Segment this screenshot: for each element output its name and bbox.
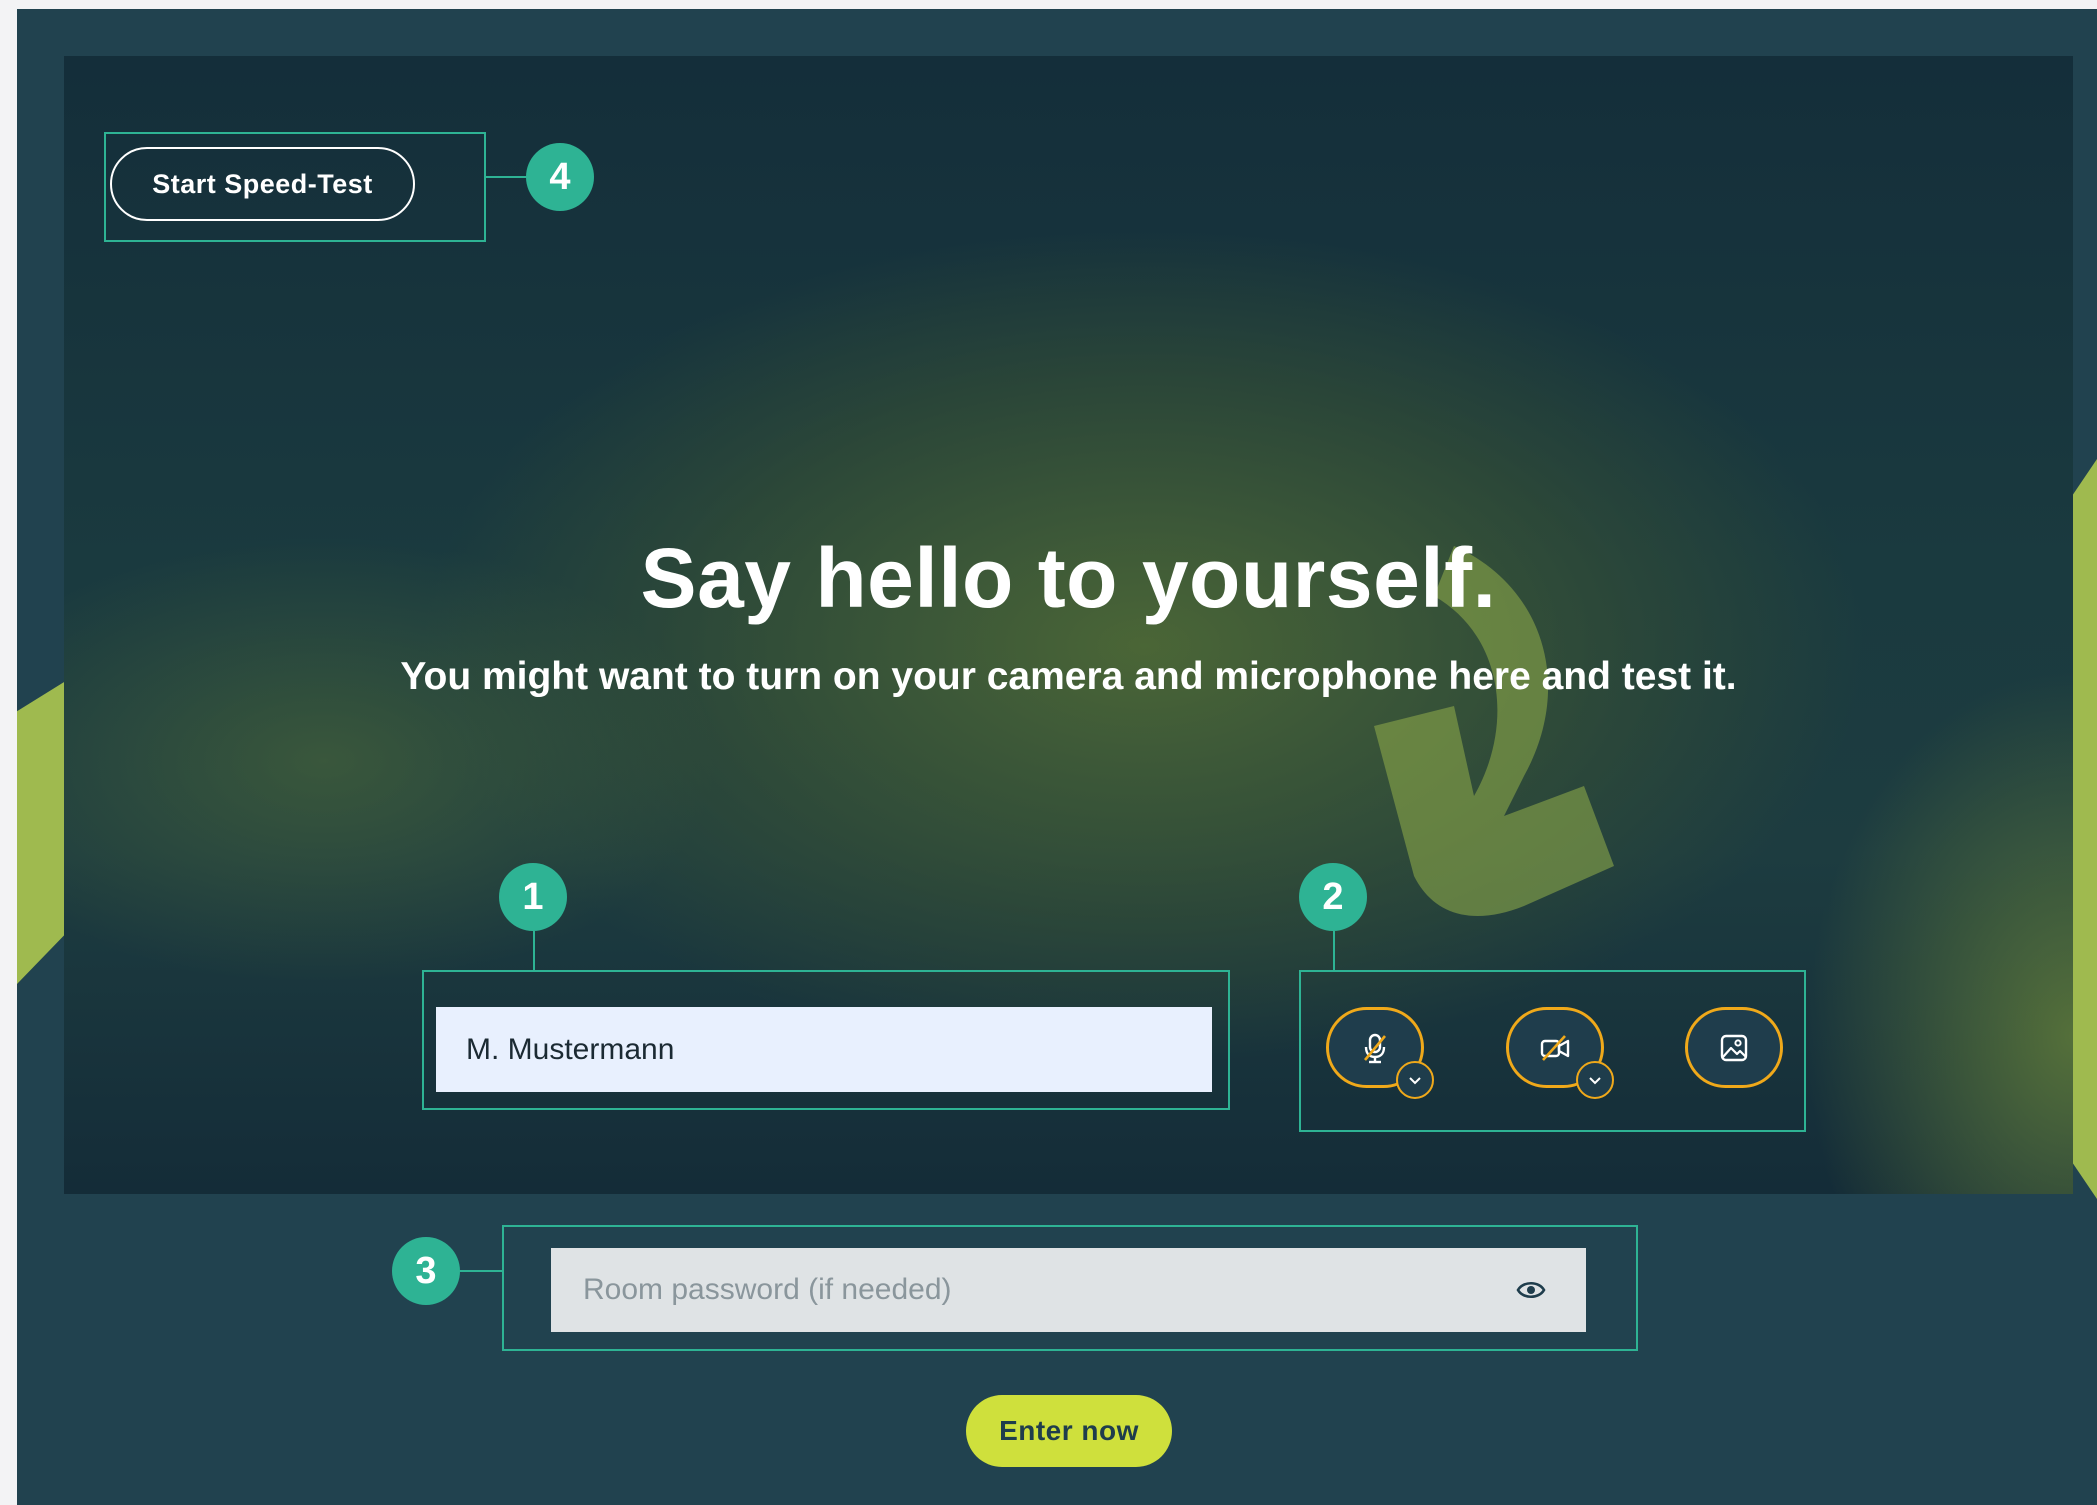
annotation-connector-2 xyxy=(1333,931,1335,971)
background-settings-button[interactable] xyxy=(1685,1007,1783,1088)
display-name-input[interactable]: M. Mustermann xyxy=(436,1007,1212,1092)
chevron-down-icon xyxy=(1409,1077,1421,1085)
enter-now-button[interactable]: Enter now xyxy=(966,1395,1172,1467)
camera-options-dropdown[interactable] xyxy=(1576,1061,1614,1099)
annotation-connector-3 xyxy=(460,1270,502,1272)
chevron-down-icon xyxy=(1589,1077,1601,1085)
start-speed-test-button[interactable]: Start Speed-Test xyxy=(110,147,415,221)
microphone-options-dropdown[interactable] xyxy=(1396,1061,1434,1099)
annotation-connector-1 xyxy=(533,931,535,971)
page-title: Say hello to yourself. xyxy=(640,531,1497,625)
page-subtitle: You might want to turn on your camera an… xyxy=(400,655,1737,698)
room-password-input[interactable]: Room password (if needed) xyxy=(551,1248,1586,1332)
annotation-connector-4 xyxy=(486,176,528,178)
annotation-badge-4: 4 xyxy=(526,143,594,211)
show-password-toggle[interactable] xyxy=(1515,1275,1547,1305)
annotation-badge-1: 1 xyxy=(499,863,567,931)
microphone-off-icon xyxy=(1364,1033,1386,1063)
eye-icon xyxy=(1516,1281,1546,1299)
annotation-badge-3: 3 xyxy=(392,1237,460,1305)
annotation-badge-2: 2 xyxy=(1299,863,1367,931)
camera-off-icon xyxy=(1540,1034,1570,1061)
background-image-icon xyxy=(1720,1034,1748,1061)
